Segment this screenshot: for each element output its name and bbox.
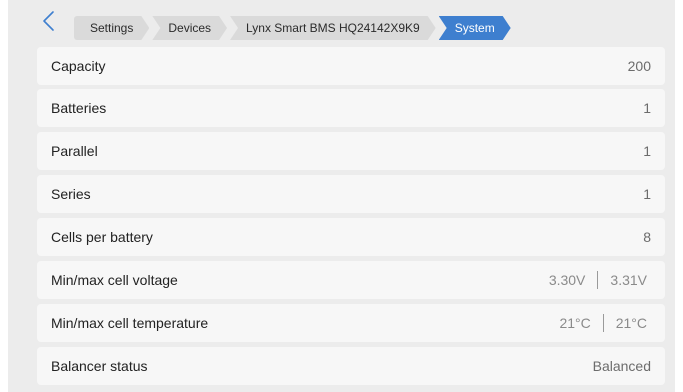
series-label: Series: [51, 186, 91, 202]
batteries-value: 1: [643, 100, 651, 116]
capacity-value: 200: [627, 58, 651, 74]
chevron-left-icon: [43, 11, 54, 31]
list-item-parallel[interactable]: Parallel 1: [37, 132, 665, 170]
list-item-batteries[interactable]: Batteries 1: [37, 89, 665, 127]
cells-per-battery-value: 8: [643, 229, 651, 245]
parallel-value: 1: [643, 143, 651, 159]
settings-list: Capacity 200 Batteries 1 Parallel 1 Seri…: [37, 47, 665, 390]
back-button[interactable]: [40, 10, 60, 32]
cells-per-battery-label: Cells per battery: [51, 229, 153, 245]
value-separator: [597, 271, 599, 289]
cell-voltage-min: 3.30V: [548, 272, 586, 288]
cell-temperature-min: 21°C: [559, 315, 591, 331]
series-value: 1: [643, 186, 651, 202]
capacity-label: Capacity: [51, 58, 106, 74]
breadcrumb-devices[interactable]: Devices: [152, 16, 227, 40]
cell-voltage-label: Min/max cell voltage: [51, 272, 178, 288]
cell-temperature-values: 21°C 21°C: [559, 314, 651, 332]
breadcrumb: Settings Devices Lynx Smart BMS HQ24142X…: [74, 16, 514, 40]
batteries-label: Batteries: [51, 100, 107, 116]
list-item-capacity[interactable]: Capacity 200: [37, 47, 665, 85]
breadcrumb-system[interactable]: System: [439, 16, 511, 40]
list-item-cells-per-battery[interactable]: Cells per battery 8: [37, 218, 665, 256]
list-item-balancer-status[interactable]: Balancer status Balanced: [37, 347, 665, 385]
breadcrumb-device[interactable]: Lynx Smart BMS HQ24142X9K9: [230, 16, 436, 40]
list-item-series[interactable]: Series 1: [37, 175, 665, 213]
breadcrumb-settings[interactable]: Settings: [74, 16, 149, 40]
cell-temperature-max: 21°C: [615, 315, 647, 331]
cell-voltage-max: 3.31V: [610, 272, 647, 288]
window-frame-right: [675, 0, 683, 392]
parallel-label: Parallel: [51, 143, 98, 159]
balancer-status-value: Balanced: [592, 358, 651, 374]
value-separator: [602, 314, 604, 332]
list-item-cell-voltage[interactable]: Min/max cell voltage 3.30V 3.31V: [37, 261, 665, 299]
window-frame-left: [0, 0, 8, 392]
balancer-status-label: Balancer status: [51, 358, 148, 374]
list-item-cell-temperature[interactable]: Min/max cell temperature 21°C 21°C: [37, 304, 665, 342]
cell-voltage-values: 3.30V 3.31V: [549, 271, 651, 289]
cell-temperature-label: Min/max cell temperature: [51, 315, 209, 331]
